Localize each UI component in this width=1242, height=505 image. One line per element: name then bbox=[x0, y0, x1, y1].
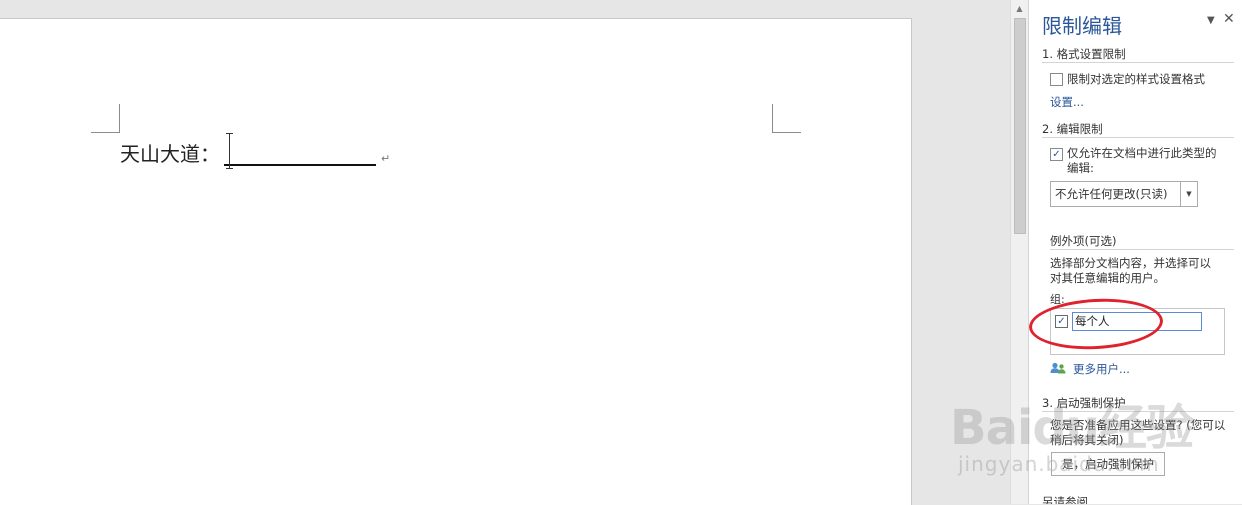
margin-corner-top-left bbox=[91, 104, 120, 133]
section-enforcement-title: 3. 启动强制保护 bbox=[1042, 396, 1126, 410]
close-icon[interactable]: ✕ bbox=[1223, 11, 1235, 27]
editing-restriction-row[interactable]: ✓ 仅允许在文档中进行此类型的 编辑: bbox=[1050, 146, 1217, 176]
document-canvas: 天山大道： ↵ bbox=[0, 0, 1010, 505]
document-page[interactable] bbox=[0, 18, 912, 505]
paragraph-mark: ↵ bbox=[381, 152, 391, 165]
margin-corner-top-right bbox=[772, 104, 801, 133]
editing-restriction-label: 仅允许在文档中进行此类型的 编辑: bbox=[1067, 146, 1217, 176]
section-divider bbox=[1042, 137, 1234, 138]
exceptions-title: 例外项(可选) bbox=[1050, 234, 1117, 248]
exceptions-description: 选择部分文档内容，并选择可以 对其任意编辑的用户。 bbox=[1050, 256, 1230, 286]
restrict-editing-pane: 限制编辑 ▼ ✕ 1. 格式设置限制 限制对选定的样式设置格式 设置... 2.… bbox=[1028, 0, 1242, 504]
field-label: 天山大道： bbox=[120, 142, 220, 166]
section-divider bbox=[1042, 62, 1234, 63]
section-divider bbox=[1042, 411, 1234, 412]
users-icon bbox=[1050, 362, 1066, 374]
pane-title: 限制编辑 bbox=[1042, 14, 1122, 38]
document-text-line[interactable]: 天山大道： bbox=[120, 140, 376, 168]
dropdown-arrow-icon[interactable]: ▼ bbox=[1180, 182, 1197, 206]
formatting-restriction-row[interactable]: 限制对选定的样式设置格式 bbox=[1050, 71, 1205, 87]
enforcement-desc-line1: 您是否准备应用这些设置? (您可以 bbox=[1050, 418, 1226, 432]
text-cursor-ibeam-icon bbox=[226, 133, 233, 169]
section-formatting-title: 1. 格式设置限制 bbox=[1042, 47, 1126, 61]
scroll-up-arrow-icon[interactable]: ▲ bbox=[1011, 0, 1028, 17]
exceptions-desc-line2: 对其任意编辑的用户。 bbox=[1050, 271, 1165, 285]
formatting-settings-link[interactable]: 设置... bbox=[1050, 94, 1084, 110]
section-divider bbox=[1050, 249, 1234, 250]
chevron-down-icon[interactable]: ▼ bbox=[1207, 15, 1215, 26]
vertical-scrollbar[interactable]: ▲ bbox=[1010, 0, 1028, 504]
formatting-restriction-checkbox[interactable] bbox=[1050, 73, 1063, 86]
editing-restriction-label-line2: 编辑: bbox=[1067, 161, 1094, 175]
enforcement-desc-line2: 稍后将其关闭) bbox=[1050, 433, 1124, 447]
editing-type-select-value: 不允许任何更改(只读) bbox=[1055, 187, 1168, 201]
section-editing-title: 2. 编辑限制 bbox=[1042, 122, 1103, 136]
underline-blank-field[interactable] bbox=[224, 140, 376, 166]
scrollbar-thumb[interactable] bbox=[1014, 18, 1026, 234]
exceptions-desc-line1: 选择部分文档内容，并选择可以 bbox=[1050, 256, 1211, 270]
enforcement-description: 您是否准备应用这些设置? (您可以 稍后将其关闭) bbox=[1050, 418, 1230, 448]
see-also-title: 另请参阅 bbox=[1042, 495, 1088, 504]
editing-restriction-checkbox[interactable]: ✓ bbox=[1050, 148, 1063, 161]
editing-restriction-label-line1: 仅允许在文档中进行此类型的 bbox=[1067, 146, 1217, 160]
more-users-link[interactable]: 更多用户... bbox=[1073, 361, 1130, 377]
editing-type-select[interactable]: 不允许任何更改(只读) ▼ bbox=[1050, 181, 1198, 207]
formatting-restriction-label: 限制对选定的样式设置格式 bbox=[1067, 72, 1205, 86]
start-enforcing-button[interactable]: 是，启动强制保护 bbox=[1051, 452, 1165, 476]
